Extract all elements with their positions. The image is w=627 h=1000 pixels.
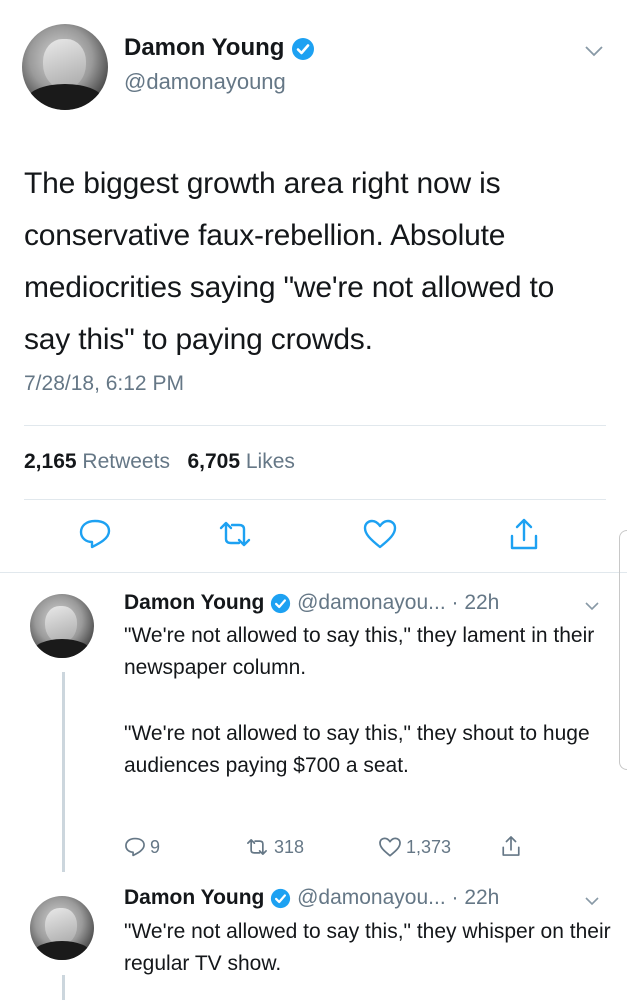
- divider: [24, 425, 606, 426]
- share-action[interactable]: [500, 834, 526, 858]
- author-handle[interactable]: @damonayoung: [124, 69, 286, 95]
- retweet-count: 318: [274, 836, 305, 857]
- avatar[interactable]: [30, 594, 94, 658]
- verified-badge-icon: [292, 37, 315, 60]
- reply-bubble-icon: [125, 837, 145, 857]
- chevron-down-icon[interactable]: [584, 600, 600, 612]
- like-count[interactable]: 6,705: [187, 450, 240, 473]
- author-handle[interactable]: @damonayou...: [297, 886, 446, 909]
- retweet-count[interactable]: 2,165: [24, 450, 77, 473]
- like-action[interactable]: 1,373: [378, 836, 451, 858]
- share-icon: [502, 836, 520, 856]
- verified-badge-icon: [271, 888, 291, 909]
- reply-time[interactable]: · 22h: [452, 886, 500, 909]
- avatar[interactable]: [22, 24, 108, 110]
- scroll-edge: [619, 530, 627, 770]
- tweet-stats: 2,165 Retweets 6,705 Likes: [24, 450, 295, 474]
- reply-bubble-icon[interactable]: [78, 518, 112, 550]
- like-count: 1,373: [406, 836, 452, 857]
- share-icon[interactable]: [507, 516, 541, 552]
- author-name[interactable]: Damon Young: [124, 886, 264, 909]
- retweet-icon[interactable]: [215, 518, 255, 550]
- author-name[interactable]: Damon Young: [124, 591, 264, 614]
- reply-text-paragraph: "We're not allowed to say this," they sh…: [124, 722, 590, 777]
- divider: [0, 572, 627, 573]
- heart-icon: [379, 837, 401, 857]
- author-handle[interactable]: @damonayou...: [297, 591, 446, 614]
- retweet-icon: [247, 839, 267, 855]
- retweet-label[interactable]: Retweets: [82, 450, 170, 473]
- reply-count: 9: [150, 836, 161, 857]
- reply-time[interactable]: · 22h: [452, 591, 500, 614]
- reply-header: Damon Young @damonayou... · 22h: [124, 886, 499, 910]
- divider: [24, 499, 606, 500]
- like-label[interactable]: Likes: [246, 450, 295, 473]
- avatar[interactable]: [30, 896, 94, 960]
- heart-icon[interactable]: [362, 518, 398, 550]
- reply-text-paragraph: "We're not allowed to say this," they la…: [124, 624, 595, 679]
- reply-action[interactable]: 9: [124, 836, 160, 858]
- tweet-timestamp[interactable]: 7/28/18, 6:12 PM: [24, 372, 184, 396]
- thread-line: [62, 975, 65, 1000]
- chevron-down-icon[interactable]: [584, 895, 600, 907]
- thread-line: [62, 672, 65, 872]
- chevron-down-icon[interactable]: [584, 44, 604, 58]
- reply-header: Damon Young @damonayou... · 22h: [124, 591, 499, 615]
- reply-text-paragraph: "We're not allowed to say this," they wh…: [124, 920, 611, 975]
- tweet-text: The biggest growth area right now is con…: [24, 167, 555, 356]
- verified-badge-icon: [271, 593, 291, 614]
- author-name[interactable]: Damon Young: [124, 34, 315, 62]
- author-name-text[interactable]: Damon Young: [124, 34, 284, 61]
- retweet-action[interactable]: 318: [244, 836, 304, 858]
